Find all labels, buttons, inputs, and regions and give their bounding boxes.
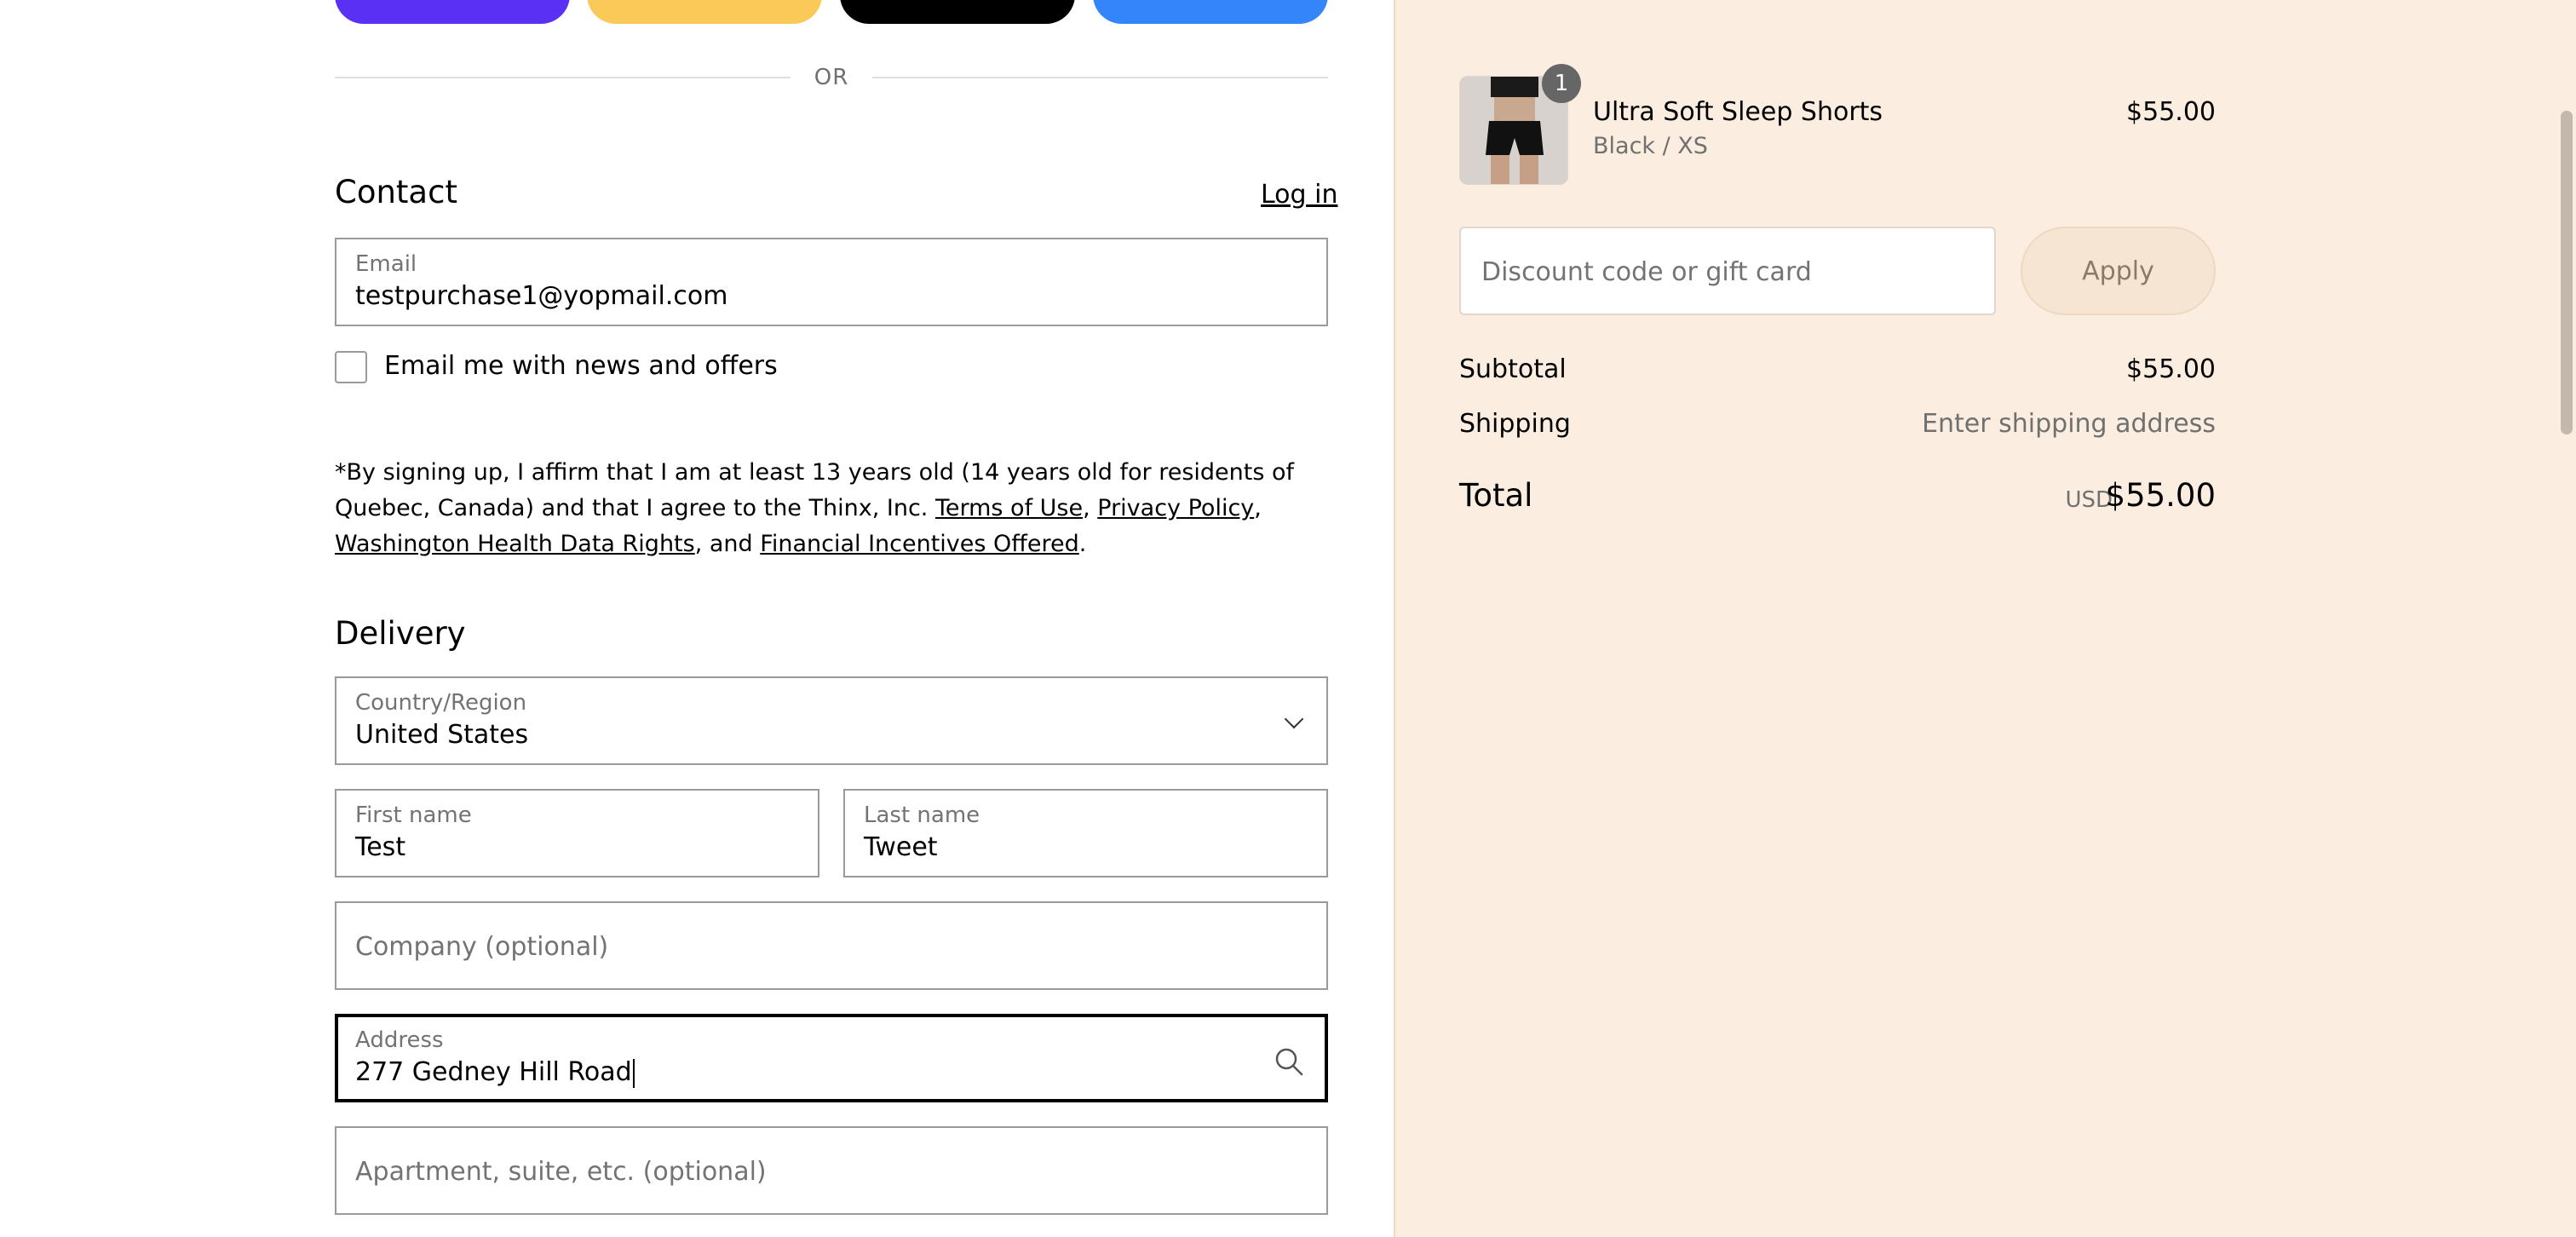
- legal-end: .: [1078, 531, 1087, 557]
- shop-pay-button[interactable]: [335, 0, 570, 24]
- total-value: $55.00: [2105, 477, 2216, 514]
- apartment-field[interactable]: Apartment, suite, etc. (optional): [335, 1126, 1328, 1215]
- divider-line-right: [872, 77, 1328, 78]
- or-divider: OR: [335, 65, 1328, 90]
- country-value[interactable]: United States: [355, 720, 528, 750]
- address-label: Address: [355, 1027, 444, 1053]
- email-field[interactable]: Email testpurchase1@yopmail.com: [335, 238, 1328, 326]
- washington-health-data-rights-link[interactable]: Washington Health Data Rights: [335, 531, 695, 557]
- last-name-field[interactable]: Last name Tweet: [843, 789, 1328, 877]
- subtotal-value: $55.00: [2126, 354, 2216, 384]
- newsletter-checkbox[interactable]: [335, 351, 367, 383]
- product-variant: Black / XS: [1593, 133, 1708, 159]
- address-field[interactable]: Address 277 Gedney Hill Road: [335, 1014, 1328, 1102]
- discount-input[interactable]: Discount code or gift card: [1459, 227, 1996, 315]
- divider-line-left: [335, 77, 791, 78]
- log-in-link[interactable]: Log in: [1261, 180, 1337, 210]
- last-name-label: Last name: [864, 803, 980, 828]
- address-value[interactable]: 277 Gedney Hill Road: [355, 1057, 635, 1088]
- chevron-down-icon[interactable]: [1284, 709, 1304, 729]
- first-name-field[interactable]: First name Test: [335, 789, 819, 877]
- legal-separator: ,: [1083, 495, 1098, 521]
- terms-of-use-link[interactable]: Terms of Use: [935, 495, 1083, 521]
- legal-notice: *By signing up, I affirm that I am at le…: [335, 455, 1328, 562]
- legal-separator: , and: [694, 531, 761, 557]
- company-placeholder[interactable]: Company (optional): [355, 932, 608, 962]
- privacy-policy-link[interactable]: Privacy Policy: [1097, 495, 1254, 521]
- email-label: Email: [355, 251, 417, 277]
- or-text: OR: [814, 65, 849, 90]
- scrollbar-thumb[interactable]: [2561, 111, 2573, 434]
- apple-pay-button[interactable]: [840, 0, 1075, 24]
- first-name-label: First name: [355, 803, 472, 828]
- checkout-main: OR Contact Log in Email testpurchase1@yo…: [0, 0, 1394, 1237]
- product-price: $55.00: [2126, 97, 2216, 127]
- company-field[interactable]: Company (optional): [335, 901, 1328, 990]
- text-cursor: [632, 1058, 635, 1088]
- financial-incentives-link[interactable]: Financial Incentives Offered: [760, 531, 1079, 557]
- email-value[interactable]: testpurchase1@yopmail.com: [355, 281, 727, 311]
- google-pay-button[interactable]: [1093, 0, 1328, 24]
- shipping-label: Shipping: [1459, 409, 1571, 439]
- shipping-value: Enter shipping address: [1922, 409, 2216, 439]
- product-name: Ultra Soft Sleep Shorts: [1593, 97, 1883, 127]
- order-summary: [1394, 0, 2576, 1237]
- apply-button[interactable]: Apply: [2021, 227, 2216, 315]
- legal-separator: ,: [1254, 495, 1262, 521]
- country-label: Country/Region: [355, 690, 527, 716]
- apartment-placeholder[interactable]: Apartment, suite, etc. (optional): [355, 1157, 767, 1187]
- quantity-badge: 1: [1542, 64, 1581, 103]
- contact-heading: Contact: [335, 174, 457, 210]
- first-name-value[interactable]: Test: [355, 832, 405, 862]
- total-label: Total: [1459, 477, 1533, 514]
- address-text[interactable]: 277 Gedney Hill Road: [355, 1057, 632, 1087]
- country-select[interactable]: Country/Region United States: [335, 676, 1328, 765]
- newsletter-label[interactable]: Email me with news and offers: [384, 351, 778, 381]
- subtotal-label: Subtotal: [1459, 354, 1567, 384]
- paypal-button[interactable]: [587, 0, 822, 24]
- discount-placeholder[interactable]: Discount code or gift card: [1481, 257, 1812, 287]
- last-name-value[interactable]: Tweet: [864, 832, 938, 862]
- delivery-heading: Delivery: [335, 615, 466, 652]
- scrollbar[interactable]: [2556, 0, 2576, 1237]
- search-icon[interactable]: [1274, 1046, 1304, 1077]
